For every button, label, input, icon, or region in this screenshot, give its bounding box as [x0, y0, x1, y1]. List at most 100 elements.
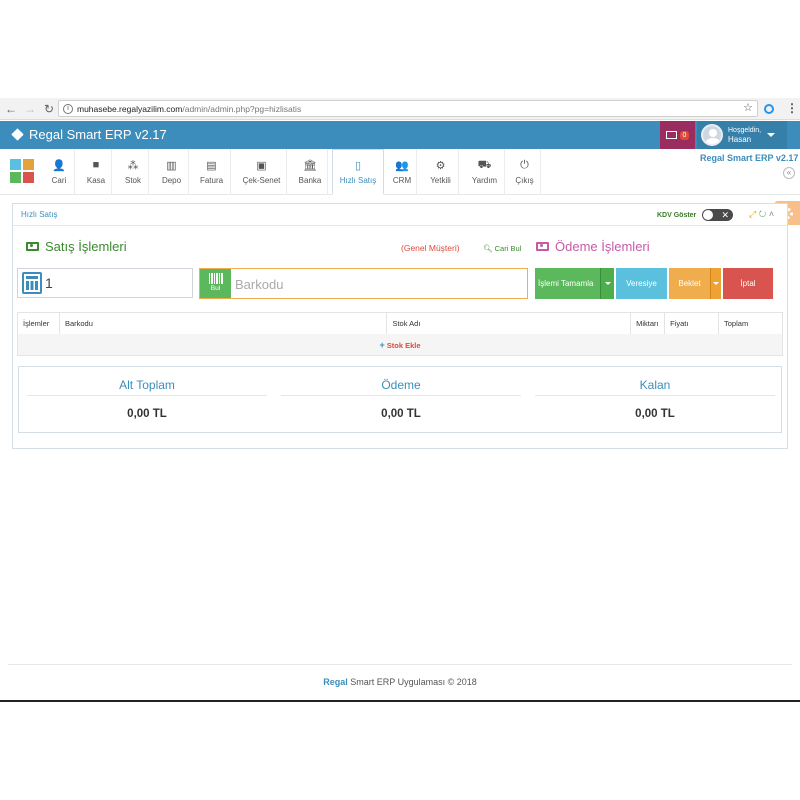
logo-tile [10, 172, 21, 183]
toolbar-item-banka[interactable]: 🏛 Banka [293, 149, 328, 195]
credit-sale-button[interactable]: Veresiye [616, 268, 667, 299]
add-stock-button[interactable]: + Stok Ekle [17, 334, 783, 356]
footer-brand[interactable]: Regal [323, 677, 348, 687]
bottom-divider [0, 700, 800, 702]
totals-box: Alt Toplam 0,00 TL Ödeme 0,00 TL Kalan 0… [18, 366, 782, 433]
back-icon[interactable]: ← [3, 102, 19, 116]
barcode-find-button[interactable]: Bul [200, 269, 231, 298]
address-bar[interactable]: i muhasebe.regalyazilim.com /admin/admin… [58, 100, 758, 117]
app-header: Regal Smart ERP v2.17 0 Hoşgeldin, Hasan [0, 121, 800, 149]
money-icon [536, 242, 549, 251]
chevron-up-icon[interactable]: ˄ [769, 209, 774, 219]
find-button-label: Bul [210, 285, 221, 292]
table-header-row: İşlemler Barkodu Stok Adı Miktarı Fiyatı… [17, 312, 783, 335]
toolbar-label: Stok [124, 176, 141, 185]
add-stock-label: Stok Ekle [386, 341, 421, 350]
browser-bar: ← → ↻ i muhasebe.regalyazilim.com /admin… [0, 98, 800, 120]
kdv-toggle[interactable]: ✕ [702, 209, 733, 221]
caret-down-icon [767, 133, 776, 137]
toolbar-item-cek-senet[interactable]: ▣ Çek-Senet [237, 149, 287, 195]
caret-down-icon [713, 282, 719, 285]
barcode-icon [208, 273, 223, 284]
footer-divider [8, 664, 792, 665]
bookmark-star-icon[interactable]: ☆ [743, 101, 753, 114]
quantity-field[interactable]: 1 [17, 268, 193, 298]
url-host: muhasebe.regalyazilim.com [77, 103, 183, 114]
cancel-button[interactable]: İptal [723, 268, 773, 299]
complete-dropdown-button[interactable] [600, 268, 614, 299]
subtotal-label: Alt Toplam [27, 378, 267, 396]
toolbar-item-cari[interactable]: 👤 Cari [44, 149, 75, 195]
toolbar-item-kasa[interactable]: ■ Kasa [81, 149, 112, 195]
cubes-icon: ⁂ [127, 160, 139, 172]
footer: Regal Smart ERP Uygulaması © 2018 [0, 677, 800, 687]
notifications-button[interactable]: 0 [660, 121, 695, 149]
app-title-text: Regal Smart ERP v2.17 [29, 127, 167, 142]
logo-tile [23, 172, 34, 183]
toolbar-item-yetkili[interactable]: ⚙ Yetkili [423, 149, 459, 195]
sale-section-title: Satış İşlemleri [26, 239, 127, 254]
sale-items-table: İşlemler Barkodu Stok Adı Miktarı Fiyatı… [17, 312, 783, 335]
hold-dropdown-button[interactable] [710, 268, 721, 299]
search-icon: 🔍︎ [483, 244, 493, 253]
windows-logo-icon[interactable] [10, 159, 34, 183]
power-icon: ⏻ [520, 159, 529, 171]
browser-menu-icon[interactable]: ⋮ [786, 101, 798, 115]
extension-icon[interactable] [764, 104, 774, 114]
toolbar-item-depo[interactable]: ▥ Depo [155, 149, 189, 195]
panel-tools: ⤢ ↻ ˄ [749, 209, 774, 220]
toolbar-item-yardim[interactable]: ⛟ Yardım [465, 149, 505, 195]
app-title[interactable]: Regal Smart ERP v2.17 [11, 127, 167, 142]
avatar [701, 124, 723, 146]
complete-transaction-button[interactable]: İşlemi Tamamla [535, 268, 600, 299]
paid-block: Ödeme 0,00 TL [281, 367, 521, 434]
user-menu[interactable]: Hoşgeldin, Hasan [697, 121, 787, 149]
barcode-input[interactable] [235, 273, 515, 295]
payment-section-title: Ödeme İşlemleri [536, 239, 650, 254]
toolbar-item-fatura[interactable]: ▤ Fatura [193, 149, 231, 195]
info-icon[interactable]: i [63, 103, 73, 114]
hold-button[interactable]: Beklet [669, 268, 710, 299]
toggle-off-icon: ✕ [721, 210, 729, 220]
toolbar-label: Kasa [86, 176, 106, 185]
collapse-icon[interactable]: « [783, 167, 795, 179]
bank-icon: 🏛 [303, 160, 317, 172]
toolbar-item-crm[interactable]: 👥 CRM [388, 149, 417, 195]
calculator-icon[interactable] [22, 272, 42, 294]
toolbar-label: Hızlı Satış [339, 175, 377, 185]
refresh-icon[interactable]: ↻ [759, 209, 767, 219]
toolbar-label: Depo [161, 176, 182, 185]
toolbar-item-stok[interactable]: ⁂ Stok [118, 149, 149, 195]
kdv-label: KDV Göster [657, 212, 697, 219]
toolbar-label: Banka [298, 176, 322, 185]
panel-title: Hızlı Satış [21, 210, 58, 219]
envelope-icon [665, 131, 677, 139]
greeting-text: Hoşgeldin, [728, 127, 762, 134]
column-header: Barkodu [58, 312, 388, 335]
column-header: Miktarı [630, 312, 666, 335]
forward-icon[interactable]: → [22, 102, 38, 116]
briefcase-icon: ■ [92, 159, 100, 171]
cube-icon [11, 128, 24, 141]
money-icon: ▣ [256, 160, 267, 172]
column-header: İşlemler [17, 312, 60, 335]
reload-icon[interactable]: ↻ [41, 102, 57, 116]
quantity-value: 1 [45, 275, 53, 291]
toolbar-item-hizli-satis[interactable]: ▯ Hızlı Satış [332, 149, 384, 195]
paid-label: Ödeme [281, 378, 521, 396]
user-plus-icon: 👤 [52, 160, 66, 172]
toolbar-item-cikis[interactable]: ⏻ Çıkış [509, 149, 541, 195]
plus-icon: + [379, 340, 385, 350]
toolbar-label: Çek-Senet [242, 176, 281, 185]
find-customer-link[interactable]: 🔍︎ Cari Bul [483, 244, 521, 253]
user-name: Hasan [728, 135, 752, 144]
logo-tile [10, 159, 21, 170]
screen: ← → ↻ i muhasebe.regalyazilim.com /admin… [0, 0, 800, 800]
logo-tile [23, 159, 34, 170]
barcode-field: Bul [199, 268, 528, 299]
column-header: Toplam [718, 312, 783, 335]
expand-icon[interactable]: ⤢ [749, 209, 756, 219]
sale-title-text: Satış İşlemleri [45, 239, 127, 254]
toolbar-label: Yetkili [430, 176, 451, 185]
toolbar-label: Çıkış [515, 176, 534, 185]
